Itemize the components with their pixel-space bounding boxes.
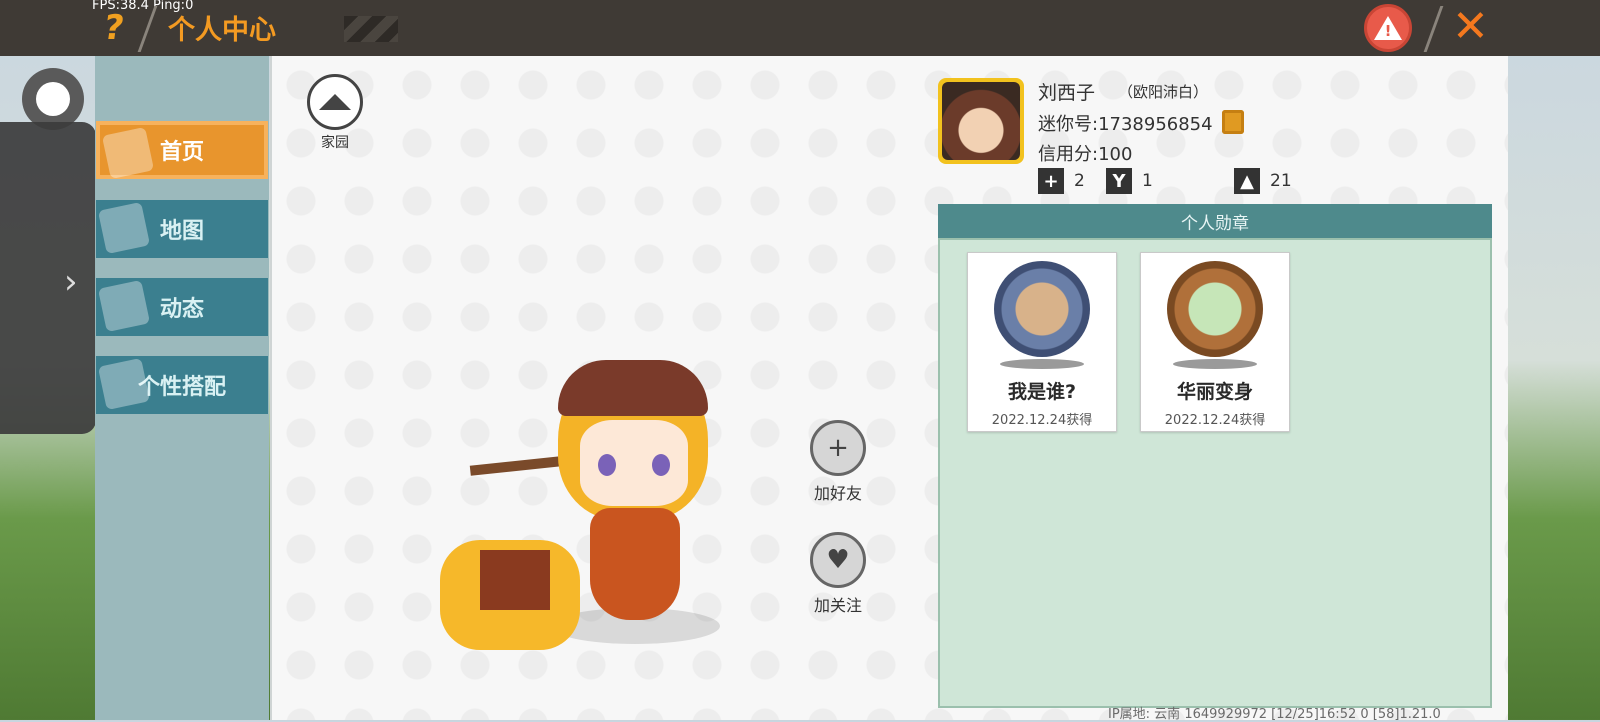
stat-popularity[interactable]: ▲ 21 [1234, 168, 1292, 194]
nav-item-outfit[interactable]: 个性搭配 [96, 356, 268, 414]
stat-value: 21 [1270, 171, 1292, 191]
avatar-character [440, 340, 740, 680]
joystick-button[interactable] [22, 68, 84, 130]
outfit-icon [97, 357, 151, 411]
home-label: 家园 [321, 135, 349, 151]
nickname: 刘西子 [1038, 82, 1096, 104]
badge-date: 2022.12.24获得 [991, 413, 1093, 428]
nav-item-home[interactable]: 首页 [96, 121, 268, 180]
heart-icon: ♥ [810, 532, 866, 588]
envelope-medal-icon [994, 261, 1090, 357]
badge-card[interactable]: 我是谁? 2022.12.24获得 [967, 252, 1117, 432]
warning-mark: ! [1384, 22, 1392, 40]
mini-id: 迷你号:1738956854 [1038, 114, 1213, 135]
right-eye [652, 454, 670, 476]
circle-icon [36, 82, 70, 116]
medal-base [1000, 359, 1084, 369]
badge-name: 华丽变身 [1176, 381, 1253, 403]
footer-info: IP属地: 云南 1649929972 [12/25]16:52 0 [58]1… [1108, 707, 1441, 722]
nav-item-label: 地图 [159, 219, 204, 244]
decorative-stripe [344, 16, 398, 42]
stat-value: 2 [1074, 171, 1085, 191]
badge-card[interactable]: 华丽变身 2022.12.24获得 [1140, 252, 1290, 432]
follow-label: 加关注 [813, 596, 862, 615]
nav-item-label: 首页 [159, 140, 204, 165]
add-user-icon: + [810, 420, 866, 476]
stat-posts[interactable]: + 2 [1038, 168, 1085, 194]
bell-icon [97, 279, 151, 333]
avatar[interactable] [938, 78, 1024, 164]
map-icon [97, 201, 151, 255]
page-title: 个人中心 [168, 15, 276, 46]
close-button[interactable]: ✕ [1452, 2, 1489, 52]
home-button[interactable]: 家园 [305, 74, 365, 152]
transform-medal-icon [1167, 261, 1263, 357]
report-button[interactable]: ! [1364, 4, 1412, 52]
fire-icon: ▲ [1234, 168, 1260, 194]
pet-saddle [480, 550, 550, 610]
chevron-right-icon[interactable]: › [64, 262, 78, 302]
nav-item-feed[interactable]: 动态 [96, 278, 268, 336]
follow-button[interactable]: ♥ 加关注 [808, 532, 868, 616]
nav-item-map[interactable]: 地图 [96, 200, 268, 258]
left-eye [598, 454, 616, 476]
medal-base [1173, 359, 1257, 369]
badge-section-header: 个人勋章 [938, 204, 1492, 238]
fans-icon: Y [1106, 168, 1132, 194]
home-tab-icon [101, 126, 155, 180]
stat-value: 1 [1142, 171, 1153, 191]
side-drawer[interactable] [0, 122, 96, 434]
badge-name: 我是谁? [1007, 381, 1077, 403]
add-friend-button[interactable]: + 加好友 [808, 420, 868, 504]
add-friend-label: 加好友 [813, 484, 862, 503]
character-face [580, 420, 688, 506]
credit-score: 信用分:100 [1038, 144, 1133, 165]
avatar-image [942, 82, 1020, 160]
add-icon: + [1038, 168, 1064, 194]
copy-icon[interactable] [1222, 110, 1244, 134]
nav-item-label: 个性搭配 [137, 375, 226, 400]
real-name: （欧阳沛白） [1118, 83, 1209, 101]
badge-date: 2022.12.24获得 [1164, 413, 1266, 428]
stat-fans[interactable]: Y 1 [1106, 168, 1153, 194]
house-icon [307, 74, 363, 130]
character-body [590, 508, 680, 620]
character-hat [558, 360, 708, 416]
nav-item-label: 动态 [159, 297, 204, 322]
